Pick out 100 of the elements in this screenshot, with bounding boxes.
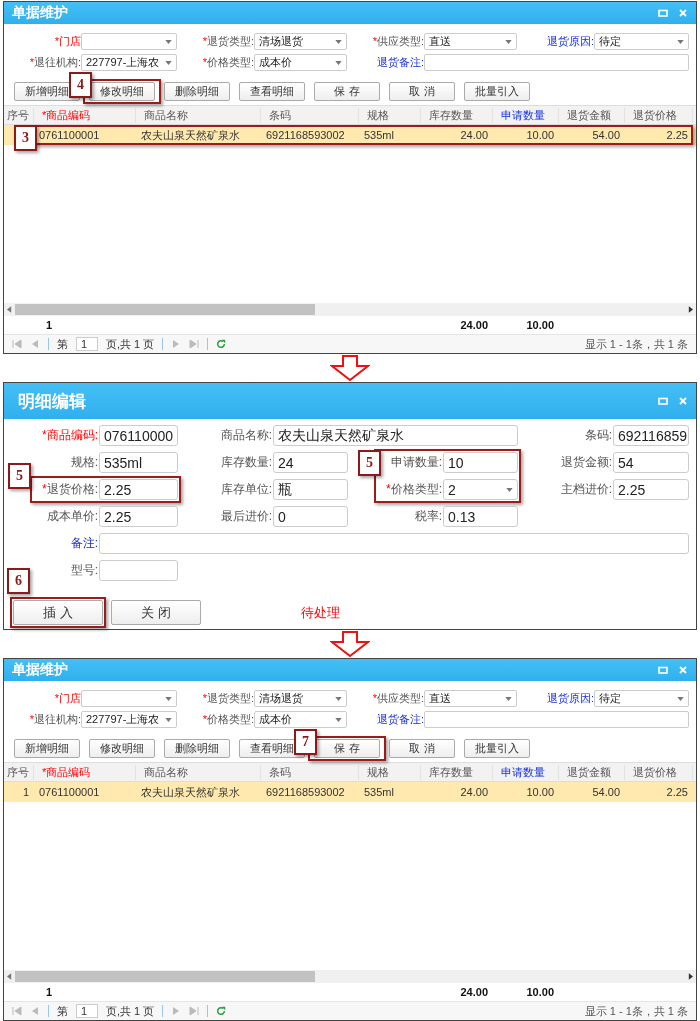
input-field[interactable] (424, 54, 689, 71)
toolbar-button[interactable]: 取 消 (389, 739, 455, 758)
column-header[interactable]: 规格 (359, 107, 421, 123)
column-header[interactable]: 规格 (359, 764, 421, 780)
toolbar-button[interactable]: 批量引入 (464, 739, 530, 758)
field-label: 最后进价: (220, 509, 272, 523)
scroll-right-icon[interactable] (688, 973, 693, 980)
toolbar-button[interactable]: 删除明细 (164, 82, 230, 101)
column-header[interactable]: *商品编码 (34, 764, 136, 780)
step-badge: 5 (358, 450, 381, 476)
toolbar-button[interactable]: 修改明细 (89, 82, 155, 101)
input-field[interactable]: 瓶 (273, 479, 348, 500)
field-label: 型号: (70, 563, 98, 577)
column-header[interactable]: 退货金额 (559, 107, 625, 123)
maximize-icon[interactable] (658, 665, 668, 675)
close-icon[interactable] (678, 396, 688, 406)
input-field[interactable]: 0 (273, 506, 348, 527)
toolbar-button[interactable]: 修改明细 (89, 739, 155, 758)
column-header[interactable]: 库存数量 (421, 764, 493, 780)
input-field[interactable] (99, 533, 689, 554)
input-field[interactable]: 535ml (99, 452, 178, 473)
page-input[interactable]: 1 (76, 337, 98, 351)
close-icon[interactable] (678, 665, 688, 675)
select-field[interactable]: 待定 (594, 690, 689, 707)
input-field[interactable]: 2.25 (99, 479, 178, 500)
step-badge: 5 (8, 463, 31, 489)
input-field[interactable]: 24 (273, 452, 348, 473)
input-field[interactable]: 692116859 (613, 425, 689, 446)
toolbar-button[interactable]: 保 存 (314, 739, 380, 758)
input-field[interactable]: 0.13 (443, 506, 518, 527)
column-header[interactable]: 申请数量 (493, 764, 559, 780)
horizontal-scrollbar[interactable] (4, 303, 696, 316)
column-header[interactable]: 条码 (261, 764, 359, 780)
toolbar-button[interactable]: 取 消 (389, 82, 455, 101)
toolbar-button[interactable]: 查看明细 (239, 82, 305, 101)
last-page-icon[interactable] (189, 1006, 200, 1016)
table-cell: 54.00 (592, 129, 620, 141)
select-field[interactable]: 清场退货 (254, 690, 347, 707)
toolbar-button[interactable]: 删除明细 (164, 739, 230, 758)
total-cell: 24.00 (460, 319, 488, 331)
dialog-button[interactable]: 关 闭 (111, 600, 201, 625)
column-header[interactable]: 商品名称 (136, 764, 261, 780)
select-field[interactable]: 2 (443, 479, 518, 500)
column-header[interactable]: 申请数量 (493, 107, 559, 123)
select-field[interactable]: 227797-上海农 (81, 711, 177, 728)
field-label[interactable]: 退货备注: (376, 56, 424, 68)
total-cell: 10.00 (526, 319, 554, 331)
input-field[interactable]: 农夫山泉天然矿泉水 (273, 425, 518, 446)
table-row[interactable]: 1 0761100001 农夫山泉天然矿泉水 6921168593002 535ml 24.00 10.00 54.00 2.25 (4, 782, 696, 802)
input-field[interactable] (99, 560, 178, 581)
column-header[interactable]: 商品名称 (136, 107, 261, 123)
maximize-icon[interactable] (658, 396, 668, 406)
field-label[interactable]: 备注: (70, 536, 98, 550)
select-field[interactable]: 直送 (424, 690, 517, 707)
select-field[interactable]: 待定 (594, 33, 689, 50)
select-field[interactable]: 227797-上海农 (81, 54, 177, 71)
previous-page-icon[interactable] (30, 339, 40, 349)
field-label[interactable]: 退货原因: (546, 692, 594, 704)
input-field[interactable]: 2.25 (613, 479, 689, 500)
first-page-icon[interactable] (12, 339, 22, 349)
input-field[interactable] (424, 711, 689, 728)
dialog-button[interactable]: 插 入 (13, 600, 103, 625)
column-header[interactable]: 序号 (4, 107, 34, 123)
input-field[interactable]: 2.25 (99, 506, 178, 527)
toolbar-button[interactable]: 新增明细 (14, 739, 80, 758)
page-input[interactable]: 1 (76, 1004, 98, 1018)
column-header[interactable]: 库存数量 (421, 107, 493, 123)
column-header[interactable]: 退货价格 (625, 107, 693, 123)
total-cell: 1 (46, 986, 53, 998)
maximize-icon[interactable] (658, 8, 668, 18)
first-page-icon[interactable] (12, 1006, 22, 1016)
select-field[interactable] (81, 690, 177, 707)
scroll-left-icon[interactable] (7, 973, 12, 980)
toolbar-button[interactable]: 保 存 (314, 82, 380, 101)
column-header[interactable]: 序号 (4, 764, 34, 780)
close-icon[interactable] (678, 8, 688, 18)
input-field[interactable]: 10 (443, 452, 518, 473)
select-field[interactable]: 直送 (424, 33, 517, 50)
select-field[interactable]: 成本价 (254, 54, 347, 71)
column-header[interactable]: 条码 (261, 107, 359, 123)
input-field[interactable]: 54 (613, 452, 689, 473)
column-header[interactable]: 退货价格 (625, 764, 693, 780)
select-field[interactable]: 清场退货 (254, 33, 347, 50)
column-header[interactable]: 退货金额 (559, 764, 625, 780)
last-page-icon[interactable] (189, 339, 200, 349)
field-label[interactable]: 退货原因: (546, 35, 594, 47)
scroll-left-icon[interactable] (7, 306, 12, 313)
table-cell: 535ml (364, 129, 394, 141)
input-field[interactable]: 076110000 (99, 425, 178, 446)
field-label[interactable]: 退货备注: (376, 713, 424, 725)
previous-page-icon[interactable] (30, 1006, 40, 1016)
refresh-icon[interactable] (216, 339, 227, 349)
toolbar-button[interactable]: 批量引入 (464, 82, 530, 101)
select-field[interactable]: 成本价 (254, 711, 347, 728)
refresh-icon[interactable] (216, 1006, 227, 1016)
column-header[interactable]: *商品编码 (34, 107, 136, 123)
select-field[interactable] (81, 33, 177, 50)
page-count: 页,共 1 页 (106, 1003, 155, 1019)
scroll-right-icon[interactable] (688, 306, 693, 313)
horizontal-scrollbar[interactable] (4, 970, 696, 983)
